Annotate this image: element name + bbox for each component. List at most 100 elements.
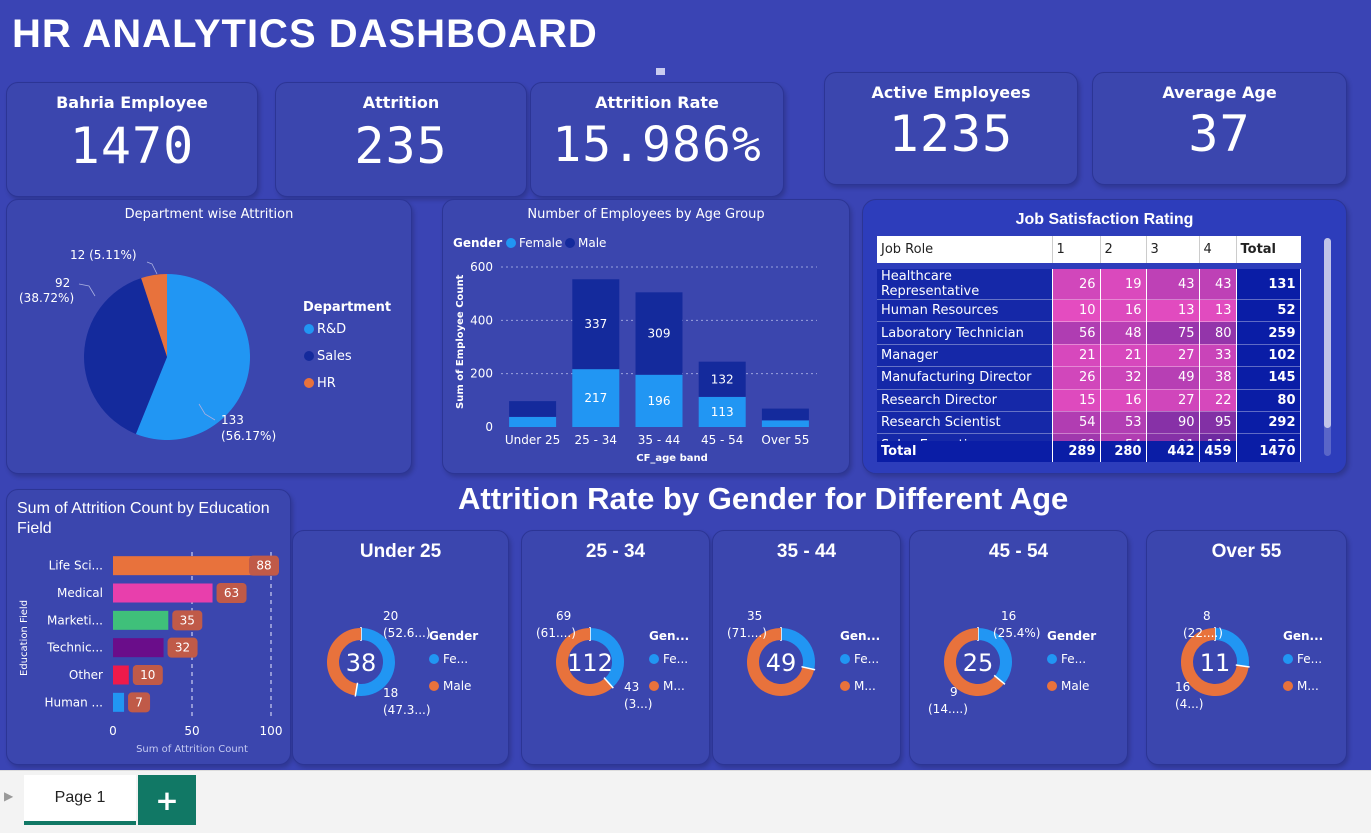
header-cell[interactable]: 1 [1052, 236, 1101, 267]
leader-line [146, 261, 158, 275]
donut-center-value: 11 [1200, 649, 1231, 677]
legend-label-male[interactable]: Male [1061, 679, 1089, 693]
y-tick-label: 400 [470, 313, 493, 327]
kpi-card-attrition-rate[interactable]: Attrition Rate 15.986% [530, 82, 784, 197]
donut-card-over-55[interactable]: Over 55 11 8 (22....) 16 (4...) Gen... Fe... M..… [1146, 530, 1347, 765]
job-satisfaction-card[interactable]: Job Satisfaction Rating Job Role 1 2 3 4… [862, 199, 1347, 474]
legend-label-male[interactable]: M... [1297, 679, 1319, 693]
pie-pct-sales: (38.72%) [19, 291, 74, 305]
legend-label-rd[interactable]: R&D [317, 322, 346, 337]
bar-female[interactable] [761, 420, 809, 427]
total-cell: 442 [1146, 441, 1200, 462]
legend-label-female[interactable]: Fe... [1297, 652, 1322, 666]
scrollbar-thumb[interactable] [1324, 238, 1331, 428]
bar-education-field[interactable] [113, 583, 213, 603]
table-row[interactable]: Laboratory Technician 56 48 75 80 259 [877, 321, 1301, 345]
legend-label-female[interactable]: Fe... [854, 652, 879, 666]
table-row[interactable]: Manager 21 21 27 33 102 [877, 344, 1301, 368]
donut-title: 25 - 34 [585, 541, 646, 562]
table-scrollbar[interactable] [1324, 238, 1331, 456]
header-cell[interactable]: Job Role [877, 236, 1053, 267]
donut-chart[interactable]: 11 8 (22....) 16 (4...) Gen... Fe... M... [1147, 565, 1346, 765]
donut-center-value: 25 [963, 649, 994, 677]
legend-label-sales[interactable]: Sales [317, 349, 352, 364]
table-row[interactable]: Research Director 15 16 27 22 80 [877, 389, 1301, 412]
pie-pct-rd: (56.17%) [221, 429, 276, 443]
bar-education-field[interactable] [113, 692, 125, 712]
legend-label-female[interactable]: Female [519, 236, 562, 250]
donut-card-25-34[interactable]: 25 - 34 112 69 (61....) 43 (3...) Gen... Fe... M… [521, 530, 710, 765]
kpi-card-average-age[interactable]: Average Age 37 [1092, 72, 1347, 185]
job-role-cell: Manager [877, 344, 1053, 368]
table-row[interactable]: Human Resources 10 16 13 13 52 [877, 299, 1301, 323]
table-row[interactable]: Research Scientist 54 53 90 95 292 [877, 411, 1301, 435]
legend-label-male[interactable]: M... [663, 679, 685, 693]
legend-label-male[interactable]: M... [854, 679, 876, 693]
donut-label-value: 16 [1001, 609, 1016, 623]
kpi-card-attrition[interactable]: Attrition 235 [275, 82, 527, 197]
donut-label-value: 20 [383, 609, 398, 623]
donut-card-45-54[interactable]: 45 - 54 25 16 (25.4%) 9 (14....) Gender Fe... Ma… [909, 530, 1128, 765]
rating-cell: 53 [1100, 411, 1147, 435]
drag-handle[interactable] [656, 68, 665, 75]
education-field-card[interactable]: Sum of Attrition Count by Education Fiel… [6, 489, 291, 765]
age-group-bar-chart[interactable]: Gender Female Male Sum of Employee Count… [443, 224, 849, 474]
y-axis-label: Sum of Employee Count [455, 274, 466, 409]
rating-cell: 43 [1146, 263, 1200, 300]
job-satisfaction-total-row: Total 289 280 442 459 1470 [877, 441, 1301, 462]
donut-center-value: 112 [567, 649, 613, 677]
rating-cell: 95 [1199, 411, 1237, 435]
data-label: 35 [180, 613, 195, 627]
department-attrition-card[interactable]: Department wise Attrition 12 (5.11%) 92 … [6, 199, 412, 474]
header-cell[interactable]: 2 [1100, 236, 1147, 267]
donut-card-under-25[interactable]: Under 25 38 20 (52.6...) 18 (47.3...) Gender Fe… [292, 530, 509, 765]
donut-title: Over 55 [1211, 541, 1282, 562]
x-tick-label: 0 [109, 724, 117, 738]
add-page-button[interactable]: + [138, 775, 196, 825]
bar-education-field[interactable] [113, 610, 169, 630]
header-cell[interactable]: Total [1236, 236, 1301, 267]
donut-chart[interactable]: 49 35 (71....) Gen... Fe... M... [713, 565, 900, 765]
donut-chart[interactable]: 25 16 (25.4%) 9 (14....) Gender Fe... Male [910, 565, 1127, 765]
legend-label-hr[interactable]: HR [317, 376, 336, 391]
legend-label-male[interactable]: Male [443, 679, 471, 693]
tab-page-1[interactable]: Page 1 [24, 775, 136, 825]
age-group-card[interactable]: Number of Employees by Age Group Gender … [442, 199, 850, 474]
education-bar-chart[interactable]: Education Field Sum of Attrition Count 0… [7, 546, 290, 766]
legend-label-female[interactable]: Fe... [1061, 652, 1086, 666]
bar-education-field[interactable] [113, 665, 129, 685]
header-cell[interactable]: 3 [1146, 236, 1200, 267]
donut-label-pct: (25.4%) [993, 626, 1040, 640]
tab-scroll-left-icon[interactable]: ▶ [4, 789, 13, 803]
legend-label-female[interactable]: Fe... [443, 652, 468, 666]
bar-education-field[interactable] [113, 638, 164, 658]
donut-chart[interactable]: 38 20 (52.6...) 18 (47.3...) Gender Fe... Male [293, 565, 508, 765]
table-row[interactable]: Healthcare Representative 26 19 43 43 131 [877, 263, 1301, 300]
x-tick-label: 50 [184, 724, 199, 738]
chart-title: Number of Employees by Age Group [527, 207, 765, 222]
legend-swatch-rd [304, 324, 314, 334]
bar-male[interactable] [761, 408, 809, 421]
header-cell[interactable]: 4 [1199, 236, 1237, 267]
kpi-title: Attrition Rate [595, 93, 719, 112]
x-tick-label: 35 - 44 [638, 433, 681, 447]
rating-cell: 16 [1100, 389, 1147, 412]
legend-title: Gen... [649, 629, 689, 643]
kpi-card-active-employees[interactable]: Active Employees 1235 [824, 72, 1078, 185]
donut-chart[interactable]: 112 69 (61....) 43 (3...) Gen... Fe... M... [522, 565, 709, 765]
bar-education-field[interactable] [113, 556, 253, 576]
data-label: 7 [135, 695, 143, 709]
total-cell: 280 [1100, 441, 1147, 462]
department-pie-chart[interactable]: 12 (5.11%) 92 (38.72%) 133 (56.17%) Depa… [7, 224, 411, 474]
bar-female[interactable] [509, 416, 557, 427]
grand-total-cell: 1470 [1236, 441, 1301, 462]
bar-male[interactable] [509, 401, 557, 417]
y-tick-label: 600 [470, 260, 493, 274]
data-label: 63 [224, 586, 239, 600]
kpi-card-total-employees[interactable]: Bahria Employee 1470 [6, 82, 258, 197]
data-label: 309 [648, 327, 671, 341]
legend-label-male[interactable]: Male [578, 236, 606, 250]
table-row[interactable]: Manufacturing Director 26 32 49 38 145 [877, 366, 1301, 390]
donut-card-35-44[interactable]: 35 - 44 49 35 (71....) Gen... Fe... M... [712, 530, 901, 765]
legend-label-female[interactable]: Fe... [663, 652, 688, 666]
